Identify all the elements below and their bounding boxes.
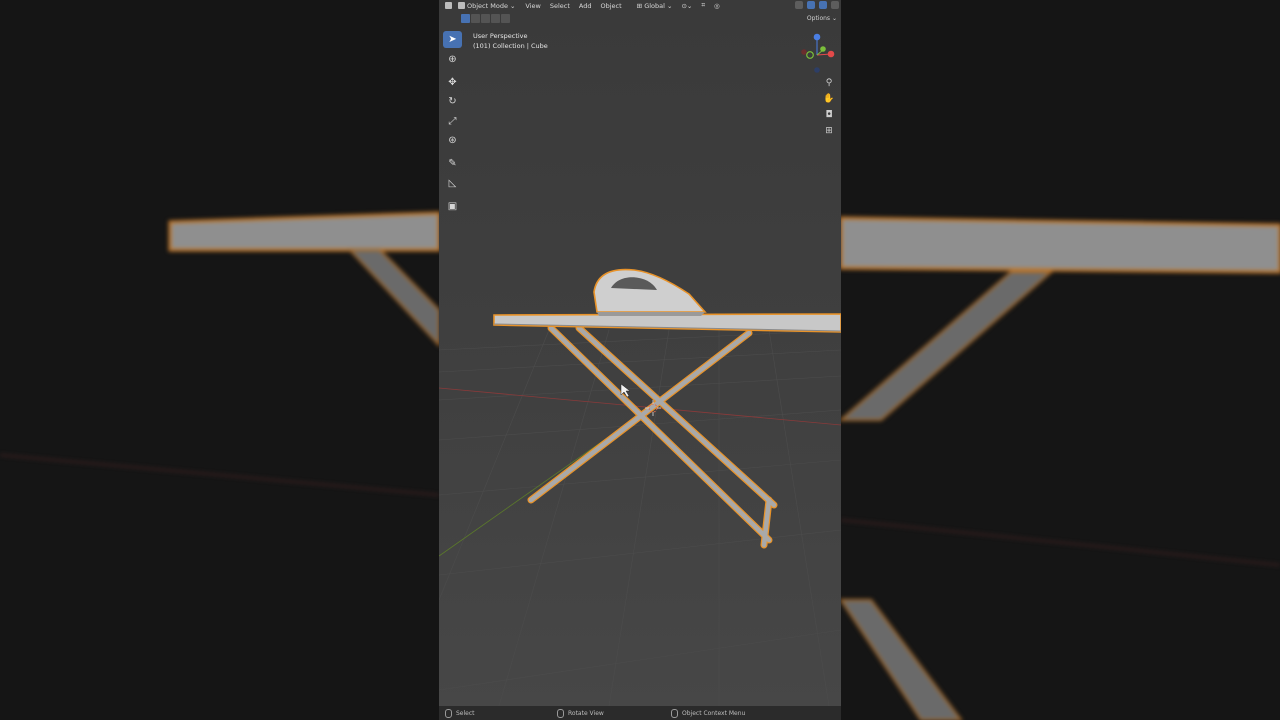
viewport-header: Object Mode ⌄ View Select Add Object ⊞ G… [439,0,841,11]
editor-type-icon[interactable] [445,2,452,9]
iron-model[interactable] [593,268,707,316]
3d-viewport[interactable] [439,0,841,706]
select-subtract-icon[interactable] [481,14,490,23]
camera-icon[interactable]: ◘ [823,109,835,121]
scale-icon: ⤢ [448,115,457,127]
rotate-tool[interactable]: ↻ [443,93,462,110]
move-tool[interactable]: ✥ [443,74,462,91]
options-label: Options [806,15,831,22]
viewport-shading-group [795,1,839,9]
background-right-blur [841,0,1280,720]
pencil-icon: ✎ [448,158,457,169]
tool-shelf: ➤ ⊕ ✥ ↻ ⤢ ⊛ ✎ ◺ ▣ [443,31,462,217]
move-icon: ✥ [448,76,457,88]
mode-label: Object Mode [467,1,508,10]
gizmo-toggle-icon[interactable] [807,1,815,9]
select-intersect-icon[interactable] [501,14,510,23]
mouse-left-icon [445,708,452,718]
cursor-arrow-icon: ➤ [448,34,457,45]
ironing-board-model[interactable] [493,313,841,549]
mode-dropdown[interactable]: Object Mode ⌄ [458,2,515,10]
status-bar: Select Rotate View Object Context Menu [439,706,841,720]
rotate-icon: ↻ [448,96,457,107]
options-dropdown[interactable]: Options ⌄ [807,15,837,22]
add-cube-tool[interactable]: ▣ [443,198,462,215]
zoom-icon[interactable]: ⚲ [823,77,835,89]
menu-add[interactable]: Add [579,2,592,10]
select-invert-icon[interactable] [491,14,500,23]
snap-icon[interactable]: ⌗ [701,1,705,10]
mouse-right-icon [671,708,678,718]
object-mode-icon [458,2,465,9]
selection-mode-group [461,14,510,23]
status-select-label: Select [456,709,475,717]
scene-canvas[interactable] [439,0,841,706]
background-left-blur [0,0,439,720]
orientation-label: Global [644,1,665,10]
ortho-grid-icon[interactable]: ⊞ [823,125,835,137]
menu-view[interactable]: View [525,2,540,10]
transform-icon: ⊛ [448,135,457,146]
select-extend-icon[interactable] [471,14,480,23]
select-new-icon[interactable] [461,14,470,23]
chevron-down-icon: ⌄ [509,1,516,10]
status-context: Object Context Menu [671,708,746,718]
annotate-tool[interactable]: ✎ [443,155,462,172]
viewport-info: User Perspective (101) Collection | Cube [473,31,548,51]
visibility-icon[interactable] [795,1,803,9]
status-select: Select [445,708,475,718]
select-box-tool[interactable]: ➤ [443,31,462,48]
cube-icon: ▣ [447,200,458,212]
collection-info: (101) Collection | Cube [473,42,548,50]
status-rotate: Rotate View [557,708,604,718]
blender-window: Object Mode ⌄ View Select Add Object ⊞ G… [439,0,841,720]
status-rotate-label: Rotate View [568,709,604,717]
pivot-icon[interactable]: ⊙⌄ [681,2,692,10]
transform-orientation-dropdown[interactable]: ⊞ Global ⌄ [637,2,673,10]
menu-select[interactable]: Select [550,2,570,10]
pan-hand-icon[interactable]: ✋ [823,93,835,105]
measure-tool[interactable]: ◺ [443,175,462,192]
ruler-icon: ◺ [448,177,457,189]
scale-tool[interactable]: ⤢ [443,113,462,130]
transform-tool[interactable]: ⊛ [443,132,462,149]
crosshair-icon: ⊕ [448,53,457,65]
overlay-toggle-icon[interactable] [819,1,827,9]
proportional-edit-icon[interactable]: ◎ [714,2,720,10]
status-context-label: Object Context Menu [682,709,746,717]
xray-icon[interactable] [831,1,839,9]
axis-gizmo[interactable] [797,30,837,74]
cursor-tool[interactable]: ⊕ [443,51,462,68]
view-name: User Perspective [473,32,528,40]
mouse-middle-icon [557,708,564,718]
menu-object[interactable]: Object [601,2,622,10]
